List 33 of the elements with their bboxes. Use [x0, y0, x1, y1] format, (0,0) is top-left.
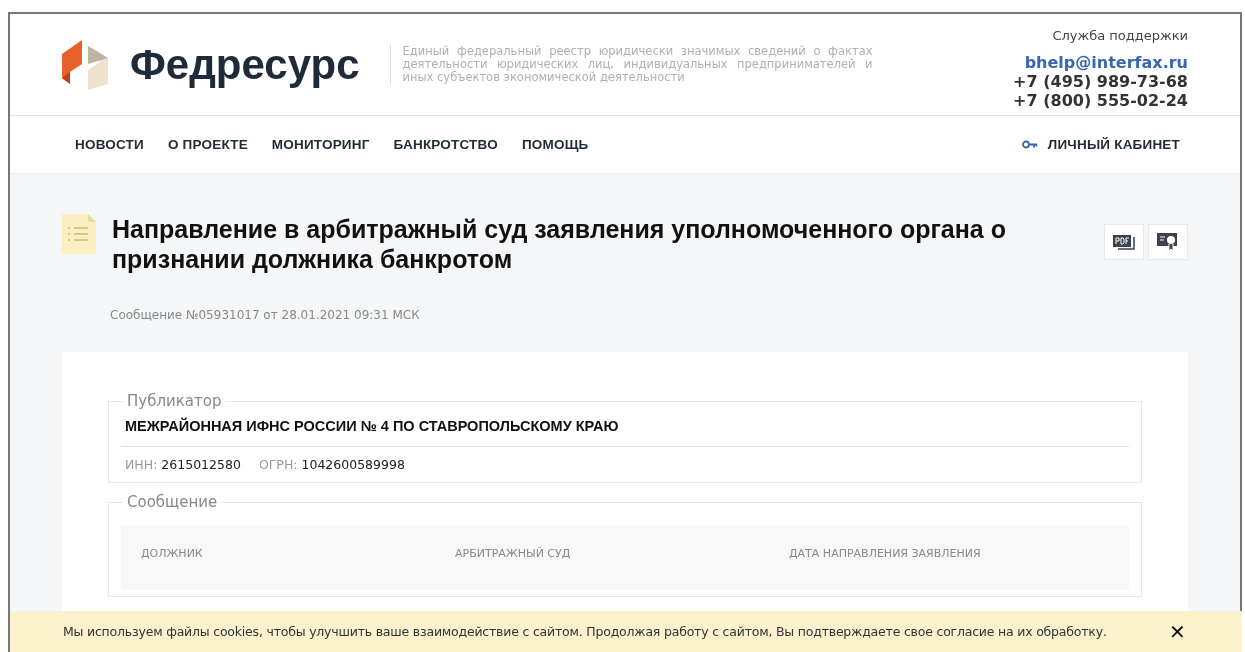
pdf-icon — [1113, 233, 1135, 251]
id-value: 1042600589998 — [301, 457, 405, 472]
id-value: 2615012580 — [161, 457, 241, 472]
fieldset-legend: Сообщение — [123, 493, 222, 511]
close-button[interactable]: ✕ — [1169, 619, 1186, 644]
logo-icon[interactable] — [62, 39, 108, 90]
id-label: ИНН: — [125, 457, 158, 472]
nav-link[interactable]: ПОМОЩЬ — [521, 137, 589, 153]
phone-number: +7 (800) 555-02-24 — [1013, 91, 1188, 110]
column-header: АРБИТРАЖНЫЙ СУД — [455, 547, 572, 560]
nav-link[interactable]: МОНИТОРИНГ — [271, 137, 370, 153]
id-label: ОГРН: — [258, 457, 298, 472]
pdf-button[interactable] — [1104, 224, 1144, 260]
email-link[interactable]: bhelp@interfax.ru — [1024, 53, 1188, 72]
column-header: ДАТА НАПРАВЛЕНИЯ ЗАЯВЛЕНИЯ — [789, 547, 982, 560]
logo-text[interactable]: Федресурс — [130, 40, 360, 89]
certificate-button[interactable] — [1148, 224, 1188, 260]
account-link[interactable]: ЛИЧНЫЙ КАБИНЕТ — [1047, 137, 1180, 153]
nav-link[interactable]: БАНКРОТСТВО — [393, 137, 498, 153]
nav-link[interactable]: НОВОСТИ — [75, 137, 144, 153]
certificate-icon — [1157, 232, 1179, 252]
fieldset-legend: Публикатор — [123, 392, 226, 410]
cookie-notice: Мы используем файлы cookies, чтобы улучшить ваше взаимодействие с сайтом. Продолжая работу с сайтом, Вы подтверждаете свое согласие на их обработку. — [63, 624, 1107, 639]
document-icon — [62, 214, 96, 254]
nav-link[interactable]: О ПРОЕКТЕ — [167, 137, 248, 153]
document-title: Направление в арбитражный суд заявления уполномоченного органа о признании должника банкротом — [112, 214, 1007, 274]
column-header: ДОЛЖНИК — [141, 547, 204, 560]
phone-number: +7 (495) 989-73-68 — [1013, 72, 1188, 91]
message-meta: Сообщение №05931017 от 28.01.2021 09:31 МСК — [110, 308, 421, 322]
publisher-name: МЕЖРАЙОННАЯ ИФНС РОССИИ № 4 ПО СТАВРОПОЛЬСКОМУ КРАЮ — [121, 410, 1129, 447]
support-label: Служба поддержки — [1052, 28, 1188, 43]
tagline: Единый федеральный реестр юридически значимых сведений о фактах деятельности юридических лиц, индивидуальных предпринимателей и иных субъектов экономической деятельности — [389, 45, 873, 85]
key-icon — [1021, 140, 1038, 150]
